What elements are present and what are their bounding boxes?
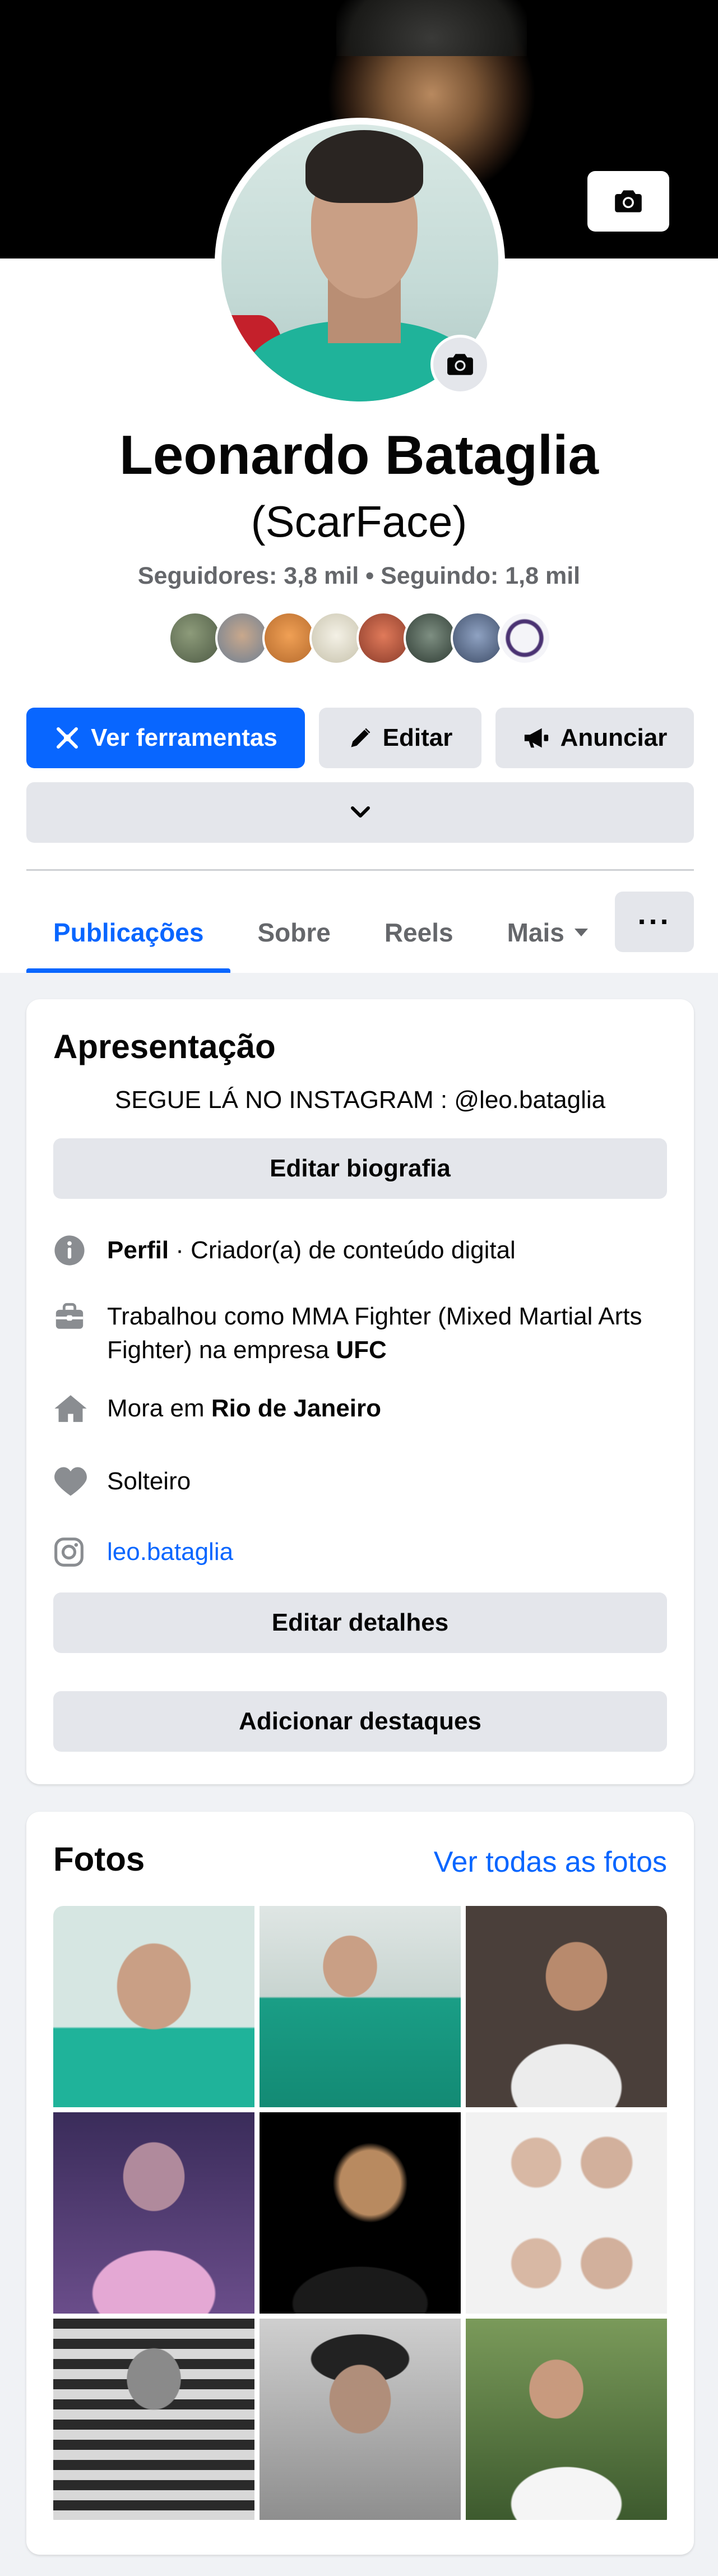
profile-tabs: Publicações Sobre Reels Mais	[26, 892, 615, 973]
bio-text: SEGUE LÁ NO INSTAGRAM : @leo.bataglia	[114, 1086, 606, 1114]
edit-details-button[interactable]: Editar detalhes	[53, 1592, 667, 1653]
photo-thumbnail[interactable]	[466, 2319, 667, 2520]
instagram-link[interactable]: leo.bataglia	[107, 1535, 233, 1569]
follower-avatar[interactable]	[498, 611, 552, 665]
edit-avatar-button[interactable]	[430, 335, 490, 394]
edit-profile-label: Editar	[382, 724, 453, 751]
follower-avatar[interactable]	[309, 611, 363, 665]
avatar-hair	[305, 130, 423, 203]
follow-stats[interactable]: Seguidores: 3,8 mil • Seguindo: 1,8 mil	[0, 562, 718, 590]
pencil-icon	[348, 726, 373, 750]
photo-thumbnail[interactable]	[260, 2112, 461, 2314]
instagram-icon	[53, 1535, 88, 1569]
tab-label: Mais	[507, 917, 564, 947]
advertise-button[interactable]: Anunciar	[495, 708, 694, 768]
photo-thumbnail[interactable]	[260, 1906, 461, 2107]
cover-image-hair	[336, 0, 527, 56]
tab-publicacoes[interactable]: Publicações	[26, 892, 231, 973]
tab-reels[interactable]: Reels	[358, 892, 480, 973]
work-company-link[interactable]: UFC	[336, 1336, 386, 1364]
advertise-label: Anunciar	[560, 724, 668, 751]
intro-title: Apresentação	[53, 1028, 276, 1065]
detail-location: Mora em Rio de Janeiro	[53, 1392, 667, 1425]
profile-name: Leonardo Bataglia	[119, 424, 599, 486]
expand-actions-button[interactable]	[26, 782, 694, 843]
tab-label: Reels	[384, 917, 453, 947]
follower-avatar[interactable]	[356, 611, 410, 665]
follower-avatar[interactable]	[262, 611, 316, 665]
briefcase-icon	[53, 1300, 88, 1333]
see-all-photos-link[interactable]: Ver todas as fotos	[434, 1845, 667, 1879]
follower-avatar[interactable]	[404, 611, 457, 665]
photo-thumbnail[interactable]	[53, 2319, 254, 2520]
edit-cover-button[interactable]	[587, 171, 669, 232]
chevron-down-icon	[350, 806, 370, 818]
tabs-divider	[26, 869, 694, 871]
follower-avatar[interactable]	[451, 611, 504, 665]
lives-city-link[interactable]: Rio de Janeiro	[211, 1395, 381, 1422]
detail-instagram: leo.bataglia	[53, 1535, 667, 1569]
view-tools-button[interactable]: Ver ferramentas	[26, 708, 305, 768]
profile-type-value: · Criador(a) de conteúdo digital	[169, 1236, 516, 1264]
follower-avatars[interactable]	[168, 611, 552, 665]
photo-thumbnail[interactable]	[53, 1906, 254, 2107]
relationship-text: Solteiro	[107, 1467, 191, 1495]
photos-title: Fotos	[53, 1840, 145, 1878]
camera-icon	[615, 190, 642, 213]
intro-card: Apresentação SEGUE LÁ NO INSTAGRAM : @le…	[26, 999, 694, 1784]
tab-label: Publicações	[53, 917, 204, 947]
tab-label: Sobre	[257, 917, 331, 947]
photo-thumbnail[interactable]	[53, 2112, 254, 2314]
edit-bio-button[interactable]: Editar biografia	[53, 1138, 667, 1199]
follower-avatar[interactable]	[168, 611, 222, 665]
megaphone-icon	[522, 726, 550, 750]
profile-type-label: Perfil	[107, 1236, 169, 1264]
tab-sobre[interactable]: Sobre	[230, 892, 357, 973]
home-icon	[53, 1392, 88, 1425]
detail-profile: Perfil · Criador(a) de conteúdo digital	[53, 1234, 667, 1267]
caret-down-icon	[574, 928, 588, 936]
view-tools-label: Ver ferramentas	[91, 724, 277, 751]
edit-profile-button[interactable]: Editar	[319, 708, 481, 768]
photo-thumbnail[interactable]	[466, 1906, 667, 2107]
heart-icon	[53, 1465, 88, 1498]
add-highlights-button[interactable]: Adicionar destaques	[53, 1691, 667, 1752]
tab-mais[interactable]: Mais	[480, 892, 615, 973]
info-icon	[53, 1234, 88, 1267]
more-options-button[interactable]: ···	[615, 892, 694, 952]
more-dots-icon: ···	[637, 905, 671, 939]
photo-thumbnail[interactable]	[260, 2319, 461, 2520]
detail-relationship: Solteiro	[53, 1465, 667, 1498]
photos-grid	[53, 1906, 667, 2528]
follower-avatar[interactable]	[215, 611, 269, 665]
detail-work: Trabalhou como MMA Fighter (Mixed Martia…	[53, 1300, 667, 1367]
lives-prefix: Mora em	[107, 1395, 211, 1422]
tools-icon	[54, 724, 81, 751]
camera-icon	[447, 354, 473, 375]
photos-card: Fotos Ver todas as fotos	[26, 1812, 694, 2555]
photo-thumbnail[interactable]	[466, 2112, 667, 2314]
profile-alternate-name: (ScarFace)	[251, 497, 467, 546]
